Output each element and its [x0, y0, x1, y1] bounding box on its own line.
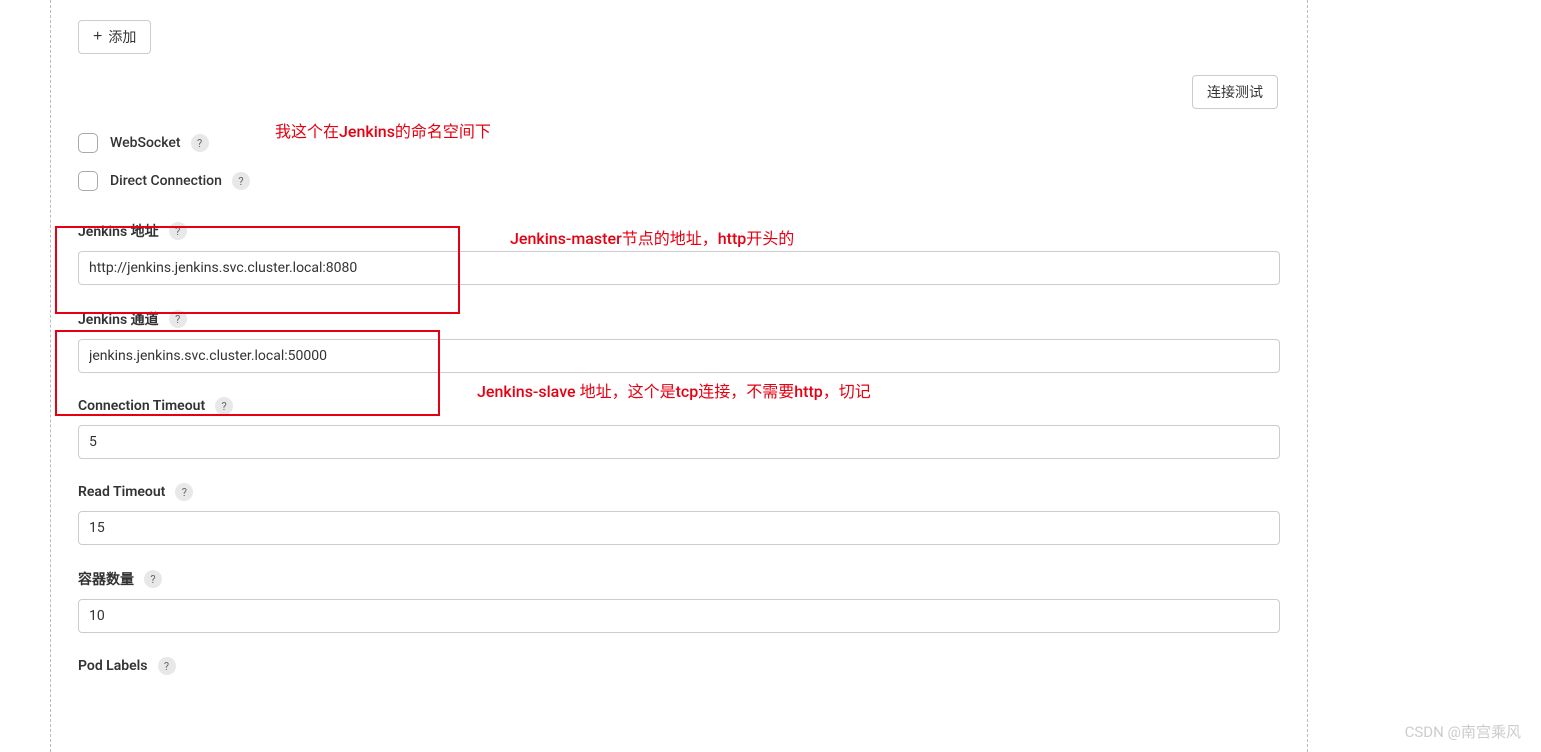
jenkins-url-label-row: Jenkins 地址 ? — [78, 221, 1280, 241]
help-icon[interactable]: ? — [169, 222, 187, 240]
jenkins-tunnel-label-row: Jenkins 通道 ? — [78, 309, 1280, 329]
help-icon[interactable]: ? — [158, 657, 176, 675]
test-connection-label: 连接测试 — [1207, 84, 1263, 100]
form-container: + 添加 连接测试 WebSocket ? Direct Connection … — [50, 0, 1308, 675]
websocket-checkbox[interactable] — [78, 133, 98, 153]
plus-icon: + — [93, 29, 102, 45]
jenkins-url-label: Jenkins 地址 — [78, 221, 159, 241]
direct-connection-checkbox[interactable] — [78, 171, 98, 191]
read-timeout-group: Read Timeout ? — [78, 483, 1280, 545]
jenkins-tunnel-group: Jenkins 通道 ? — [78, 309, 1280, 373]
read-timeout-input[interactable] — [78, 511, 1280, 545]
container-cap-input[interactable] — [78, 599, 1280, 633]
pod-labels-label: Pod Labels — [78, 658, 148, 674]
connection-timeout-label-row: Connection Timeout ? — [78, 397, 1280, 415]
direct-connection-row: Direct Connection ? — [78, 171, 1280, 191]
help-icon[interactable]: ? — [232, 172, 250, 190]
connection-timeout-group: Connection Timeout ? — [78, 397, 1280, 459]
checkbox-section: WebSocket ? Direct Connection ? — [78, 133, 1280, 191]
jenkins-url-group: Jenkins 地址 ? — [78, 221, 1280, 285]
help-icon[interactable]: ? — [215, 397, 233, 415]
jenkins-url-input[interactable] — [78, 251, 1280, 285]
help-icon[interactable]: ? — [169, 310, 187, 328]
pod-labels-label-row: Pod Labels ? — [78, 657, 1280, 675]
pod-labels-group: Pod Labels ? — [78, 657, 1280, 675]
jenkins-tunnel-label: Jenkins 通道 — [78, 309, 159, 329]
websocket-label: WebSocket — [110, 135, 181, 151]
websocket-row: WebSocket ? — [78, 133, 1280, 153]
test-connection-button[interactable]: 连接测试 — [1192, 75, 1278, 109]
container-cap-group: 容器数量 ? — [78, 569, 1280, 633]
read-timeout-label: Read Timeout — [78, 484, 165, 500]
fields-wrap: Jenkins 地址 ? Jenkins 通道 ? Connection Tim… — [78, 221, 1280, 675]
connection-timeout-input[interactable] — [78, 425, 1280, 459]
direct-connection-label: Direct Connection — [110, 173, 222, 189]
connection-timeout-label: Connection Timeout — [78, 398, 205, 414]
jenkins-tunnel-input[interactable] — [78, 339, 1280, 373]
watermark: CSDN @南宫乘风 — [1405, 721, 1521, 742]
add-button-label: 添加 — [108, 27, 136, 47]
add-button[interactable]: + 添加 — [78, 20, 151, 54]
help-icon[interactable]: ? — [175, 483, 193, 501]
help-icon[interactable]: ? — [144, 570, 162, 588]
container-cap-label-row: 容器数量 ? — [78, 569, 1280, 589]
read-timeout-label-row: Read Timeout ? — [78, 483, 1280, 501]
help-icon[interactable]: ? — [191, 134, 209, 152]
container-cap-label: 容器数量 — [78, 569, 134, 589]
